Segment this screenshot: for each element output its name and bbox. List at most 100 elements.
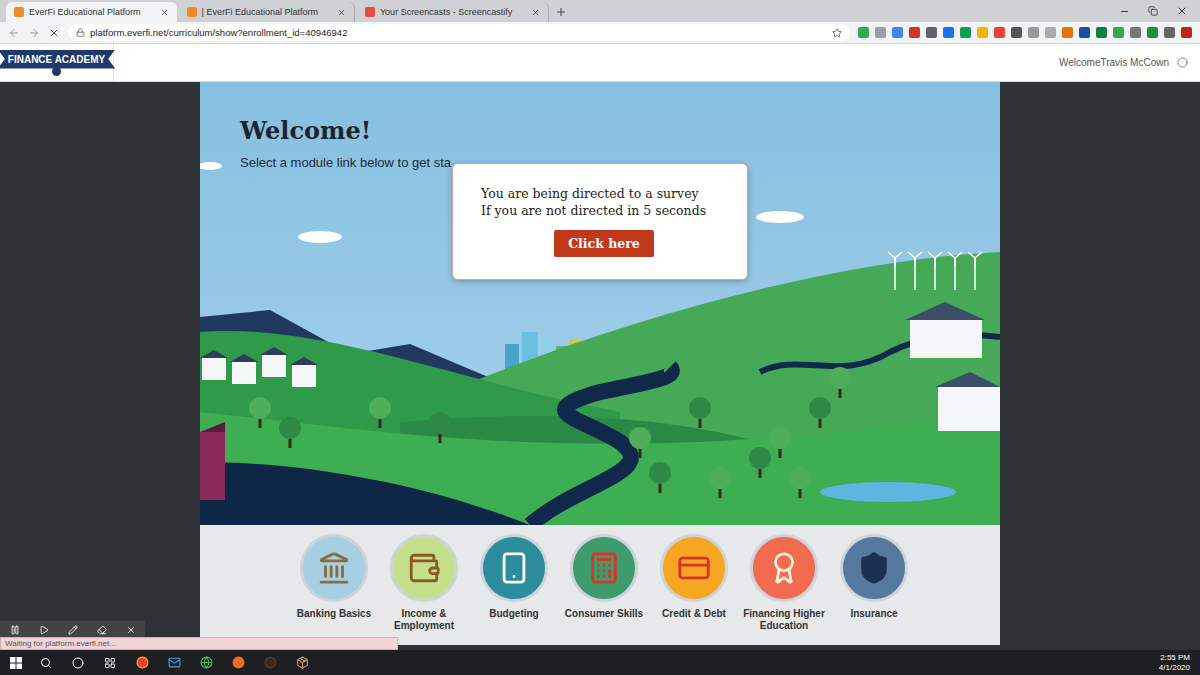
- close-icon[interactable]: [160, 8, 169, 17]
- pause-icon[interactable]: [10, 625, 20, 635]
- hero: Welcome!Select a module link below to ge…: [200, 82, 1000, 525]
- close-icon[interactable]: [531, 8, 540, 17]
- back-icon[interactable]: [8, 27, 20, 39]
- site-header: FINANCE ACADEMY WelcomeTravis McCown: [0, 44, 1200, 82]
- extension-icon[interactable]: [1130, 27, 1141, 38]
- user-greeting: WelcomeTravis McCown: [1059, 57, 1169, 68]
- app-button[interactable]: [262, 656, 278, 669]
- extension-icon[interactable]: [960, 27, 971, 38]
- mail-button[interactable]: [166, 656, 182, 669]
- task-view-button[interactable]: [102, 657, 118, 669]
- extension-icon[interactable]: [858, 27, 869, 38]
- window-controls: [1119, 0, 1200, 22]
- extension-icon[interactable]: [1028, 27, 1039, 38]
- minimize-icon[interactable]: [1119, 6, 1130, 17]
- dialog-line: You are being directed to a survey: [481, 186, 727, 201]
- new-tab-button[interactable]: [551, 2, 571, 22]
- module-link[interactable]: Insurance: [829, 534, 919, 645]
- module-badge: [570, 534, 638, 602]
- windows-start-icon[interactable]: [10, 657, 22, 669]
- module-label: Income & Employment: [379, 608, 469, 631]
- extension-icon[interactable]: [1147, 27, 1158, 38]
- browser-tab[interactable]: | EverFi Educational Platform: [179, 2, 355, 22]
- diploma-icon: [767, 551, 801, 585]
- favicon-icon: [365, 7, 375, 17]
- credit-card-icon: [677, 551, 711, 585]
- favicon-icon: [14, 7, 24, 17]
- clock-date: 4/1/2020: [1159, 663, 1190, 673]
- card-reader-icon: [587, 551, 621, 585]
- tab-label: | EverFi Educational Platform: [202, 7, 332, 17]
- tab-label: Your Screencasts - Screencastify: [380, 7, 526, 17]
- extension-icon[interactable]: [1181, 27, 1192, 38]
- close-toolbar-icon[interactable]: [126, 625, 136, 635]
- clock[interactable]: 2:55 PM4/1/2020: [1159, 653, 1190, 672]
- module-label: Insurance: [850, 608, 897, 620]
- hero-title: Welcome!: [240, 116, 1000, 145]
- app-icon: [232, 656, 245, 669]
- extension-icon[interactable]: [1164, 27, 1175, 38]
- url-text: platform.everfi.net/curriculum/show?enro…: [90, 27, 827, 38]
- package-icon: [296, 656, 309, 669]
- user-area: WelcomeTravis McCown: [1059, 57, 1200, 68]
- module-label: Financing Higher Education: [739, 608, 829, 631]
- restore-icon[interactable]: [1148, 6, 1158, 16]
- extension-icon[interactable]: [943, 27, 954, 38]
- close-window-icon[interactable]: [1176, 5, 1188, 17]
- extension-icon[interactable]: [892, 27, 903, 38]
- bank-icon: [317, 551, 351, 585]
- cortana-button[interactable]: [70, 657, 86, 669]
- extension-icon[interactable]: [926, 27, 937, 38]
- package-button[interactable]: [294, 656, 310, 669]
- stop-icon[interactable]: [48, 27, 60, 39]
- chrome-icon: [136, 656, 149, 669]
- browser-toolbar: platform.everfi.net/curriculum/show?enro…: [0, 22, 1200, 44]
- close-icon[interactable]: [337, 8, 346, 17]
- logo[interactable]: FINANCE ACADEMY: [0, 44, 114, 81]
- extension-icon[interactable]: [1011, 27, 1022, 38]
- module-link[interactable]: Income & Employment: [379, 534, 469, 645]
- extension-icon[interactable]: [1096, 27, 1107, 38]
- extension-icon[interactable]: [977, 27, 988, 38]
- search-icon: [40, 657, 52, 669]
- module-link[interactable]: Budgeting: [469, 534, 559, 645]
- browser-tab[interactable]: Your Screencasts - Screencastify: [357, 2, 549, 22]
- pen-icon[interactable]: [68, 625, 78, 635]
- eraser-icon[interactable]: [97, 625, 107, 635]
- click-here-button[interactable]: Click here: [554, 230, 654, 257]
- lock-icon: [76, 28, 85, 37]
- app-button[interactable]: [230, 656, 246, 669]
- dialog-message: You are being directed to a survey If you…: [481, 186, 727, 218]
- module-link[interactable]: Financing Higher Education: [739, 534, 829, 645]
- shield-icon: [857, 551, 891, 585]
- dialog-line: If you are not directed in 5 seconds: [481, 203, 727, 218]
- clock-time: 2:55 PM: [1160, 653, 1190, 663]
- module-link[interactable]: Consumer Skills: [559, 534, 649, 645]
- globe-button[interactable]: [198, 656, 214, 669]
- landscape-illustration: [200, 82, 1000, 525]
- extension-icon[interactable]: [1062, 27, 1073, 38]
- redirect-dialog: You are being directed to a survey If you…: [452, 163, 748, 280]
- module-link[interactable]: Banking Basics: [289, 534, 379, 645]
- extension-icon[interactable]: [1079, 27, 1090, 38]
- extension-icon[interactable]: [875, 27, 886, 38]
- play-icon[interactable]: [39, 625, 49, 635]
- chrome-button[interactable]: [134, 656, 150, 669]
- module-link[interactable]: Credit & Debt: [649, 534, 739, 645]
- extension-icon[interactable]: [1045, 27, 1056, 38]
- forward-icon[interactable]: [28, 27, 40, 39]
- module-label: Credit & Debt: [662, 608, 726, 620]
- module-badge: [300, 534, 368, 602]
- address-bar[interactable]: platform.everfi.net/curriculum/show?enro…: [68, 24, 850, 41]
- extension-icon[interactable]: [909, 27, 920, 38]
- browser-tab[interactable]: EverFi Educational Platform: [6, 2, 177, 22]
- module-badge: [750, 534, 818, 602]
- extension-icon[interactable]: [994, 27, 1005, 38]
- app-icon: [264, 656, 277, 669]
- search-button[interactable]: [38, 657, 54, 669]
- extension-icon[interactable]: [1113, 27, 1124, 38]
- star-icon[interactable]: [832, 28, 842, 38]
- phone-icon: [497, 551, 531, 585]
- module-badge: [840, 534, 908, 602]
- user-menu-icon[interactable]: [1177, 57, 1188, 68]
